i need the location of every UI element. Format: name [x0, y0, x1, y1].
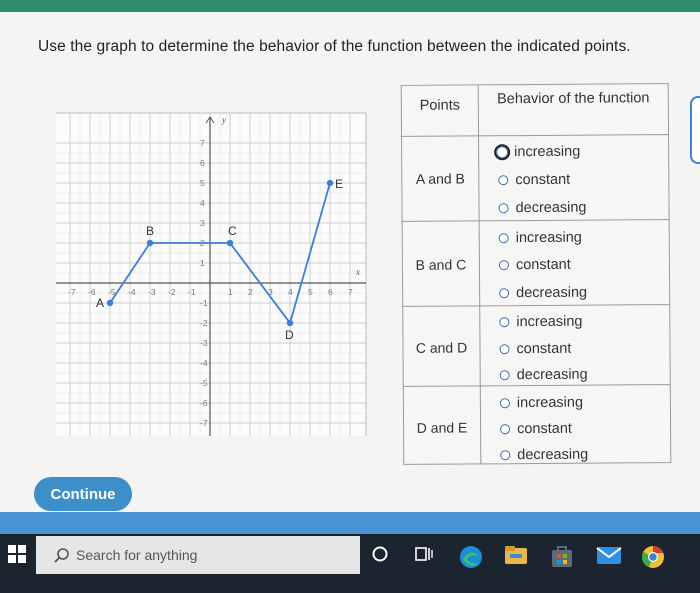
radio-icon[interactable]	[498, 233, 509, 244]
y-tick-label: 7	[200, 138, 205, 148]
y-tick-label: 6	[200, 158, 205, 168]
point-label-e: E	[335, 177, 343, 191]
radio-icon[interactable]	[499, 317, 510, 328]
row-label-b-c: B and C	[415, 256, 467, 273]
file-explorer-icon[interactable]	[504, 544, 528, 566]
x-tick-label: -1	[188, 287, 196, 297]
point-e	[326, 179, 334, 187]
point-label-b: B	[146, 224, 154, 238]
x-tick-label: 4	[288, 287, 293, 297]
option-bc-increasing[interactable]: increasing	[498, 230, 582, 247]
taskbar-search-box[interactable]: Search for anything	[36, 536, 360, 574]
y-tick-label: -4	[200, 358, 208, 368]
option-de-decreasing[interactable]: decreasing	[500, 447, 588, 464]
windows-start-icon[interactable]	[8, 545, 26, 563]
top-accent-bar	[0, 0, 700, 12]
search-placeholder: Search for anything	[76, 547, 198, 563]
y-tick-label: -7	[200, 418, 208, 428]
row-label-a-b: A and B	[415, 170, 465, 187]
x-tick-label: -2	[168, 287, 176, 297]
side-panel-handle[interactable]	[690, 96, 700, 164]
header-points: Points	[419, 97, 461, 114]
x-axis-label: x	[355, 267, 360, 277]
table-divider	[477, 85, 482, 464]
table-divider	[403, 304, 670, 307]
edge-browser-icon[interactable]	[458, 544, 484, 570]
instruction-text: Use the graph to determine the behavior …	[38, 38, 631, 55]
radio-icon[interactable]	[499, 370, 510, 381]
browser-bottom-strip	[0, 512, 700, 534]
option-ab-decreasing[interactable]: decreasing	[498, 200, 587, 217]
point-label-d: D	[285, 328, 294, 342]
store-icon[interactable]	[550, 544, 574, 568]
search-icon	[54, 548, 69, 563]
x-tick-label: 7	[348, 287, 353, 297]
taskbar: Search for anything	[0, 534, 700, 593]
point-label-a: A	[96, 296, 104, 310]
y-tick-label: 3	[200, 218, 205, 228]
cortana-circle-icon[interactable]	[370, 544, 390, 564]
option-de-constant[interactable]: constant	[500, 421, 572, 438]
y-tick-label: 1	[200, 258, 205, 268]
point-a	[106, 299, 114, 307]
point-d	[286, 319, 294, 327]
option-bc-constant[interactable]: constant	[498, 257, 571, 274]
point-label-c: C	[228, 224, 237, 238]
y-axis-label: y	[221, 115, 226, 125]
radio-icon[interactable]	[494, 144, 511, 161]
radio-icon[interactable]	[499, 398, 510, 409]
x-tick-label: 6	[328, 287, 333, 297]
y-tick-label: -1	[200, 298, 208, 308]
option-de-increasing[interactable]: increasing	[499, 395, 583, 412]
x-tick-label: -3	[148, 287, 156, 297]
row-label-c-d: C and D	[415, 339, 468, 356]
x-tick-label: -6	[88, 287, 96, 297]
table-divider	[402, 219, 669, 222]
radio-icon[interactable]	[499, 288, 510, 299]
x-tick-label: 1	[228, 287, 233, 297]
x-tick-label: -7	[68, 287, 76, 297]
question-page: Use the graph to determine the behavior …	[0, 12, 700, 512]
option-ab-increasing[interactable]: increasing	[494, 144, 580, 161]
table-divider	[402, 134, 669, 137]
option-ab-constant[interactable]: constant	[498, 172, 570, 189]
behavior-table: Points Behavior of the function A and B …	[400, 83, 672, 465]
radio-icon[interactable]	[499, 344, 510, 355]
graph-background	[56, 112, 367, 436]
radio-icon[interactable]	[498, 260, 509, 271]
y-tick-label: -3	[200, 338, 208, 348]
radio-icon[interactable]	[500, 450, 511, 461]
option-bc-decreasing[interactable]: decreasing	[499, 285, 587, 302]
x-tick-label: 2	[248, 287, 253, 297]
table-divider	[403, 384, 670, 387]
coordinate-graph: -7 -6 -5 -4 -3 -2 -1 1 2 3 4 5 6 77654321-1-2-3-4-5-6…	[56, 112, 367, 436]
radio-icon[interactable]	[500, 424, 511, 435]
y-tick-label: -5	[200, 378, 208, 388]
row-label-d-e: D and E	[416, 419, 468, 436]
option-cd-decreasing[interactable]: decreasing	[499, 367, 588, 384]
x-tick-label: -4	[128, 287, 136, 297]
continue-button[interactable]: Continue	[34, 477, 132, 511]
option-cd-increasing[interactable]: increasing	[499, 314, 582, 331]
mail-icon[interactable]	[596, 544, 622, 566]
option-cd-constant[interactable]: constant	[499, 341, 571, 358]
point-b	[146, 239, 154, 247]
header-behavior: Behavior of the function	[497, 90, 650, 108]
y-tick-label: -2	[200, 318, 208, 328]
radio-icon[interactable]	[498, 175, 509, 186]
radio-icon[interactable]	[498, 203, 509, 214]
y-tick-label: -6	[200, 398, 208, 408]
y-tick-label: 4	[200, 198, 205, 208]
x-tick-label: 5	[308, 287, 313, 297]
point-c	[226, 239, 234, 247]
task-view-icon[interactable]	[414, 544, 434, 564]
y-tick-label: 5	[200, 178, 205, 188]
chrome-icon[interactable]	[640, 544, 666, 570]
